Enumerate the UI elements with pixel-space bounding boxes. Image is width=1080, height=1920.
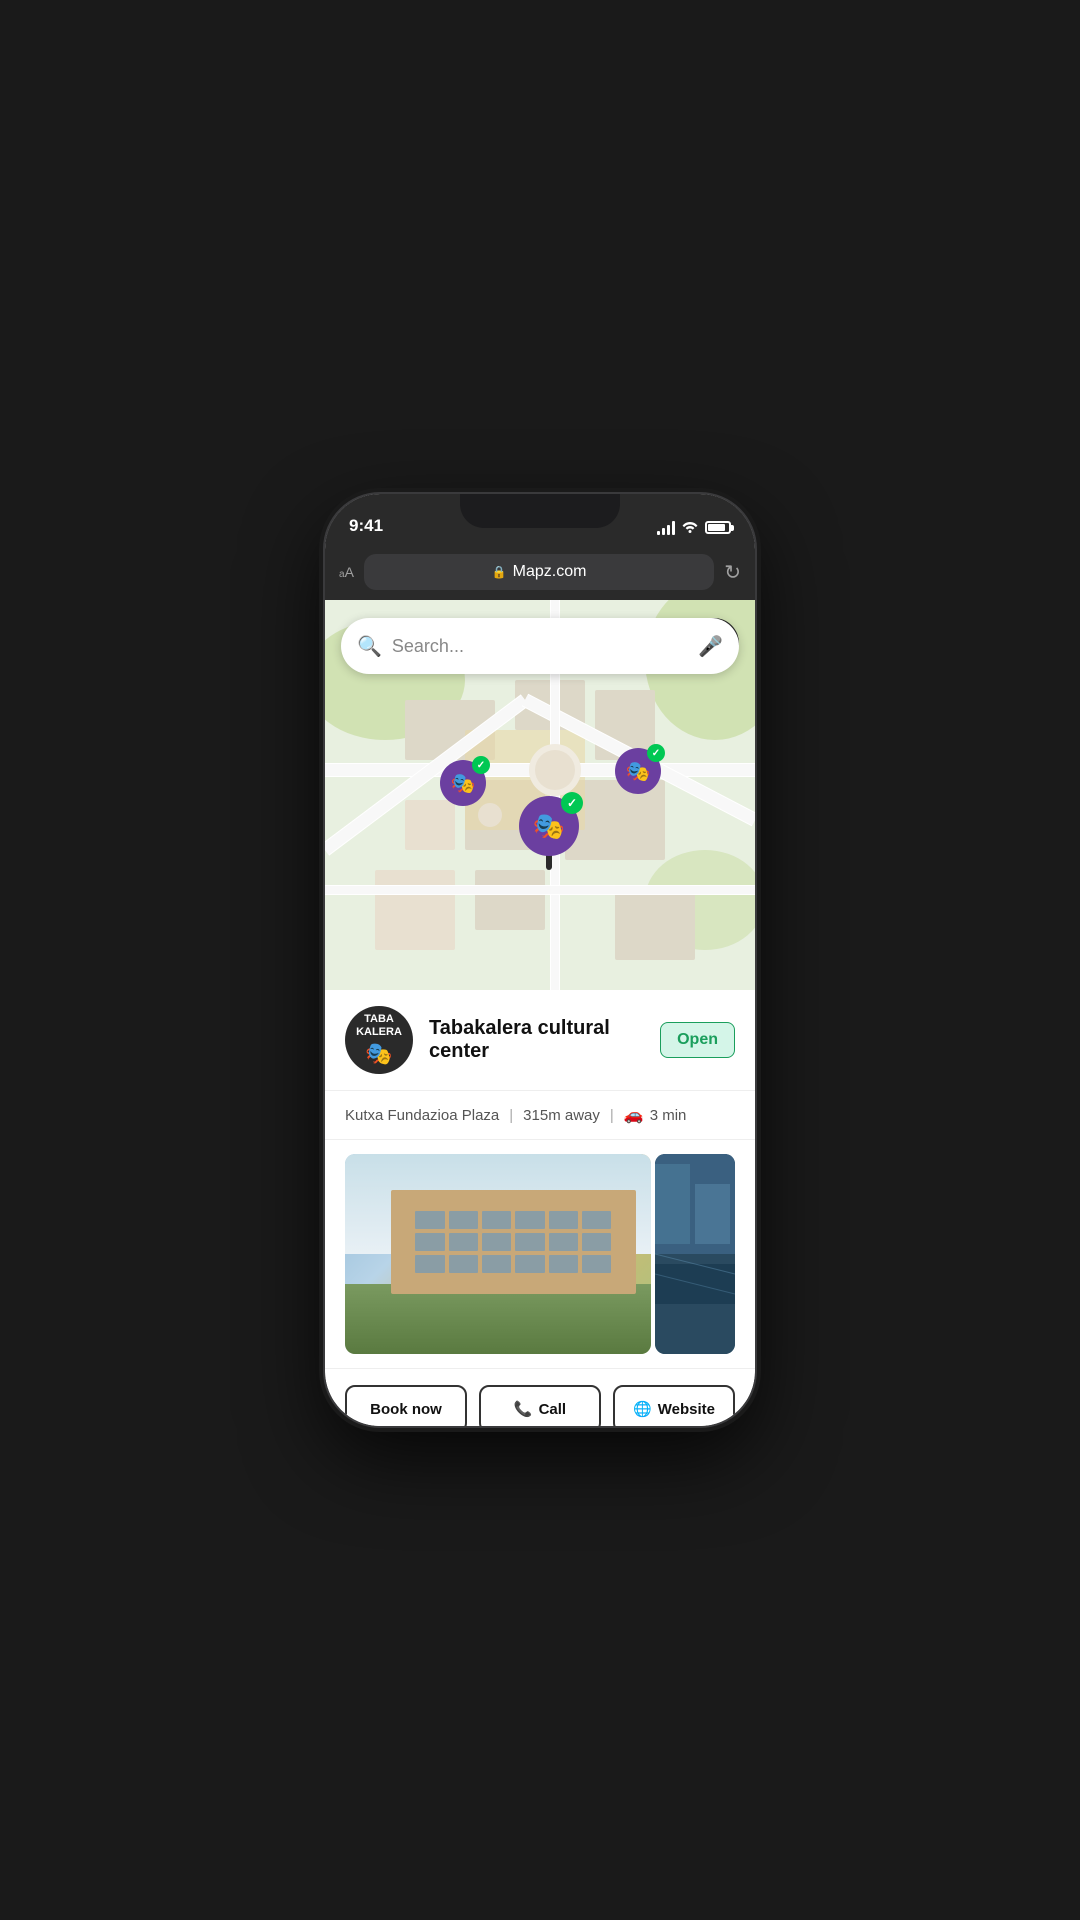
distance-text: 315m away <box>523 1107 600 1124</box>
refresh-button[interactable]: ↻ <box>724 560 741 585</box>
lock-icon: 🔒 <box>492 565 507 579</box>
venue-logo-theater-icon: 🎭 <box>356 1041 402 1067</box>
marker-check: ✓ <box>647 744 665 762</box>
map-marker-1[interactable]: 🎭 ✓ <box>440 760 486 806</box>
photo-strip[interactable] <box>325 1140 755 1369</box>
search-input[interactable]: Search... <box>392 636 688 657</box>
location-name: Kutxa Fundazioa Plaza <box>345 1107 499 1124</box>
browser-bar: aA 🔒 Mapz.com ↻ <box>325 544 755 600</box>
theater-icon: 🎭 <box>451 771 476 796</box>
url-bar[interactable]: 🔒 Mapz.com <box>364 554 714 590</box>
mic-icon[interactable]: 🎤 <box>698 634 723 659</box>
website-button[interactable]: 🌐 Website <box>613 1385 735 1426</box>
status-time: 9:41 <box>349 516 383 536</box>
map-search-bar[interactable]: 🔍 Search... 🎤 <box>341 618 739 674</box>
marker-check: ✓ <box>472 756 490 774</box>
battery-icon <box>705 521 731 534</box>
detail-panel: TABAKALERA 🎭 Tabakalera cultural center … <box>325 990 755 1426</box>
open-status-badge: Open <box>660 1022 735 1058</box>
theater-icon-large: 🎭 <box>533 811 565 842</box>
wifi-icon <box>681 519 699 536</box>
search-icon: 🔍 <box>357 634 382 659</box>
website-label: Website <box>658 1401 715 1418</box>
map-marker-2[interactable]: 🎭 ✓ <box>615 748 661 794</box>
map-container[interactable]: 🔍 Search... 🎤 ⋮ 🎭 ✓ 🎭 ✓ <box>325 600 755 990</box>
venue-logo-text: TABAKALERA <box>356 1013 402 1039</box>
book-now-button[interactable]: Book now <box>345 1385 467 1426</box>
marker-bubble: 🎭 ✓ <box>615 748 661 794</box>
separator-1: | <box>509 1107 513 1124</box>
theater-icon: 🎭 <box>626 759 651 784</box>
globe-icon: 🌐 <box>633 1400 652 1418</box>
marker-pin <box>546 854 552 870</box>
car-icon: 🚗 <box>624 1105 644 1125</box>
drive-time: 3 min <box>650 1107 687 1124</box>
call-icon: 📞 <box>514 1400 533 1418</box>
main-marker-check: ✓ <box>561 792 583 814</box>
url-text: Mapz.com <box>513 563 587 581</box>
marker-bubble: 🎭 ✓ <box>440 760 486 806</box>
separator-2: | <box>610 1107 614 1124</box>
photo-secondary[interactable] <box>655 1154 735 1354</box>
venue-header: TABAKALERA 🎭 Tabakalera cultural center … <box>325 990 755 1091</box>
book-label: Book now <box>370 1401 442 1418</box>
call-label: Call <box>539 1401 567 1418</box>
location-info: Kutxa Fundazioa Plaza | 315m away | 🚗 3 … <box>325 1091 755 1140</box>
venue-logo: TABAKALERA 🎭 <box>345 1006 413 1074</box>
action-buttons: Book now 📞 Call 🌐 Website <box>325 1369 755 1426</box>
call-button[interactable]: 📞 Call <box>479 1385 601 1426</box>
photo-main[interactable] <box>345 1154 651 1354</box>
venue-name: Tabakalera cultural center <box>429 1017 644 1063</box>
map-marker-active[interactable]: 🎭 ✓ <box>519 796 579 870</box>
main-marker-bubble: 🎭 ✓ <box>519 796 579 856</box>
status-bar: 9:41 <box>325 494 755 544</box>
signal-icon <box>657 521 675 535</box>
aa-button[interactable]: aA <box>339 564 354 580</box>
status-icons <box>657 519 731 536</box>
